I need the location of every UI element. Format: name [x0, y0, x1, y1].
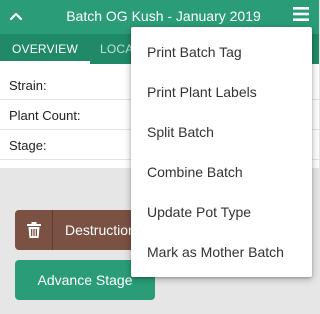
tab-overview[interactable]: OVERVIEW: [0, 34, 90, 64]
menu-item-combine-batch[interactable]: Combine Batch: [131, 152, 312, 192]
menu-item-mark-as-mother-batch[interactable]: Mark as Mother Batch: [131, 232, 312, 272]
menu-item-print-plant-labels[interactable]: Print Plant Labels: [131, 72, 312, 112]
menu-item-update-pot-type[interactable]: Update Pot Type: [131, 192, 312, 232]
hamburger-menu-icon: [293, 6, 309, 26]
tab-locations[interactable]: LOCA: [100, 34, 133, 64]
menu-item-split-batch[interactable]: Split Batch: [131, 112, 312, 152]
trash-icon: [15, 210, 53, 250]
plant-count-label: Plant Count:: [9, 108, 81, 123]
destruction-button[interactable]: Destruction: [15, 210, 150, 250]
destruction-label: Destruction: [65, 222, 136, 238]
strain-label: Strain:: [9, 78, 47, 93]
stage-label: Stage:: [9, 138, 47, 153]
menu-item-print-batch-tag[interactable]: Print Batch Tag: [131, 32, 312, 72]
batch-actions-menu: Print Batch Tag Print Plant Labels Split…: [131, 27, 312, 277]
